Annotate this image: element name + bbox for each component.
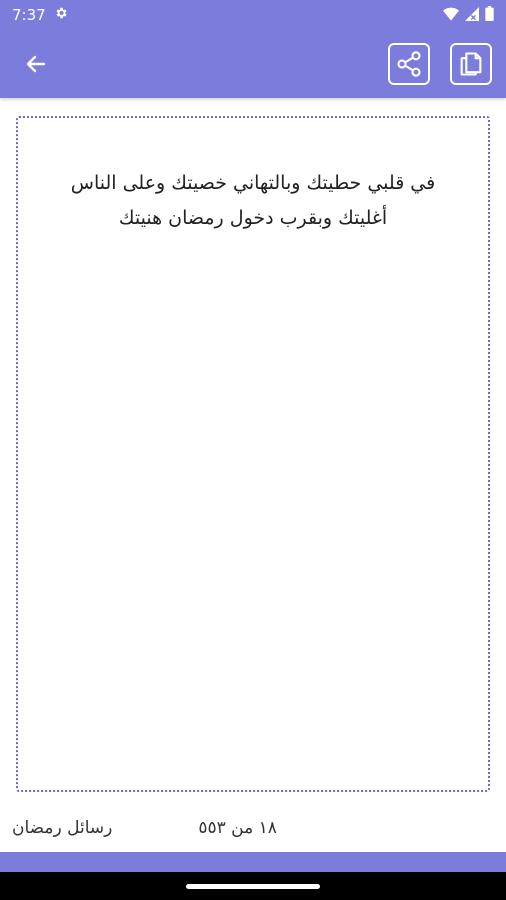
footer: رسائل رمضان ١٨ من ٥٥٣ xyxy=(0,810,506,846)
signal-icon xyxy=(465,6,479,25)
app-bar xyxy=(0,30,506,98)
home-indicator[interactable] xyxy=(186,883,320,889)
message-text: في قلبي حطيتك وبالتهاني خصيتك وعلى الناس… xyxy=(70,172,436,229)
app-bar-actions xyxy=(388,43,492,85)
gear-icon xyxy=(54,6,68,24)
copy-button[interactable] xyxy=(450,43,492,85)
back-button[interactable] xyxy=(20,48,52,80)
status-time: 7:37 xyxy=(12,6,46,24)
battery-icon xyxy=(485,5,494,25)
bottom-banner-strip xyxy=(0,852,506,872)
status-bar: 7:37 xyxy=(0,0,506,30)
status-right xyxy=(443,5,494,25)
system-nav-bar xyxy=(0,872,506,900)
share-button[interactable] xyxy=(388,43,430,85)
copy-icon xyxy=(460,52,482,76)
message-card: في قلبي حطيتك وبالتهاني خصيتك وعلى الناس… xyxy=(16,116,490,792)
message-counter: ١٨ من ٥٥٣ xyxy=(198,818,277,838)
share-icon xyxy=(397,51,421,77)
wifi-icon xyxy=(443,6,459,25)
category-label: رسائل رمضان xyxy=(12,818,113,838)
status-left: 7:37 xyxy=(12,6,68,24)
arrow-left-icon xyxy=(26,55,46,73)
